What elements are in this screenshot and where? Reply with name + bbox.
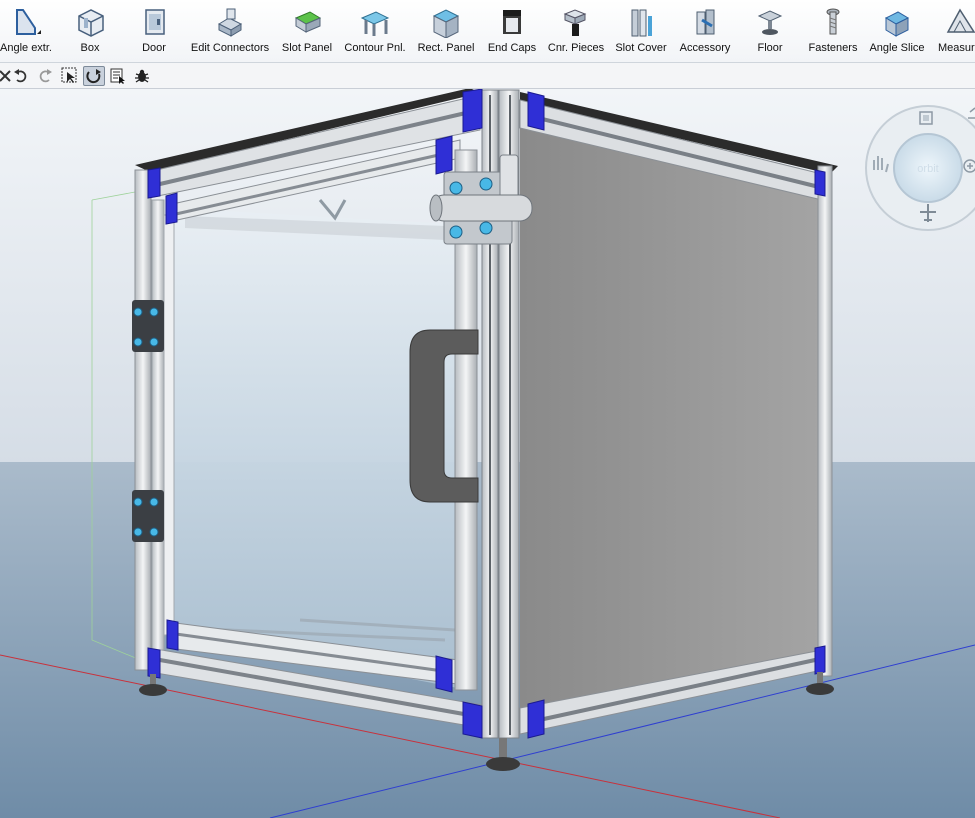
- snap-rotate-icon[interactable]: [83, 66, 105, 86]
- ribbon-contour-panel-button[interactable]: Contour Pnl.: [344, 4, 406, 60]
- bug-icon[interactable]: [133, 67, 151, 85]
- left-post: [134, 169, 152, 671]
- ribbon-angle-extrusion-button[interactable]: Angle extr.: [0, 4, 52, 60]
- door-icon: [145, 9, 165, 35]
- contour-panel-icon: [360, 11, 390, 36]
- ribbon-slot-panel-button[interactable]: Slot Panel: [281, 4, 333, 60]
- enclosure-model[interactable]: [132, 89, 838, 771]
- measure-icon: [946, 8, 975, 33]
- ribbon-floor-button[interactable]: Floor: [750, 4, 790, 60]
- redo-icon[interactable]: [36, 67, 54, 85]
- quick-access-toolbar: [0, 63, 975, 89]
- ribbon-fasteners-button[interactable]: Fasteners: [806, 4, 860, 60]
- rect-panel-icon: [432, 9, 460, 38]
- angle-extrusion-icon: [16, 9, 41, 35]
- orbit-label: orbit: [917, 163, 938, 175]
- undo-icon[interactable]: [12, 67, 30, 85]
- floor-icon: [757, 10, 783, 35]
- navigation-wheel[interactable]: orbit: [865, 105, 975, 231]
- ribbon-toolbar: Angle extr. Box Door Edit Connectors Slo…: [0, 0, 975, 63]
- door-left-stile: [151, 199, 165, 651]
- ribbon-measure-button[interactable]: Measure: [938, 4, 975, 60]
- ribbon-accessory-button[interactable]: Accessory: [678, 4, 732, 60]
- edit-connectors-icon: [217, 8, 243, 37]
- accessory-icon: [696, 9, 715, 35]
- select-grid-icon[interactable]: [61, 67, 79, 85]
- ribbon-end-caps-button[interactable]: End Caps: [487, 4, 537, 60]
- ribbon-angle-slice-button[interactable]: Angle Slice: [869, 4, 925, 60]
- pointer-document-icon[interactable]: [109, 67, 127, 85]
- end-caps-icon: [503, 10, 521, 34]
- corner-pieces-icon: [563, 9, 587, 36]
- 3d-viewport[interactable]: orbit: [0, 89, 975, 818]
- ribbon-rect-panel-button[interactable]: Rect. Panel: [417, 4, 475, 60]
- ribbon-edit-connectors-button[interactable]: Edit Connectors: [190, 4, 270, 60]
- ribbon-box-button[interactable]: Box: [72, 4, 108, 60]
- box-frame-icon: [78, 9, 104, 37]
- angle-slice-icon: [884, 11, 910, 37]
- ribbon-corner-pieces-button[interactable]: Cnr. Pieces: [548, 4, 604, 60]
- slot-panel-icon: [294, 11, 322, 33]
- ribbon-slot-cover-button[interactable]: Slot Cover: [614, 4, 668, 60]
- side-panel[interactable]: [520, 100, 822, 728]
- fasteners-icon: [826, 8, 840, 35]
- right-post: [817, 165, 833, 677]
- ribbon-door-button[interactable]: Door: [136, 4, 172, 60]
- scene-canvas[interactable]: orbit: [0, 89, 975, 818]
- slot-cover-icon: [631, 9, 652, 37]
